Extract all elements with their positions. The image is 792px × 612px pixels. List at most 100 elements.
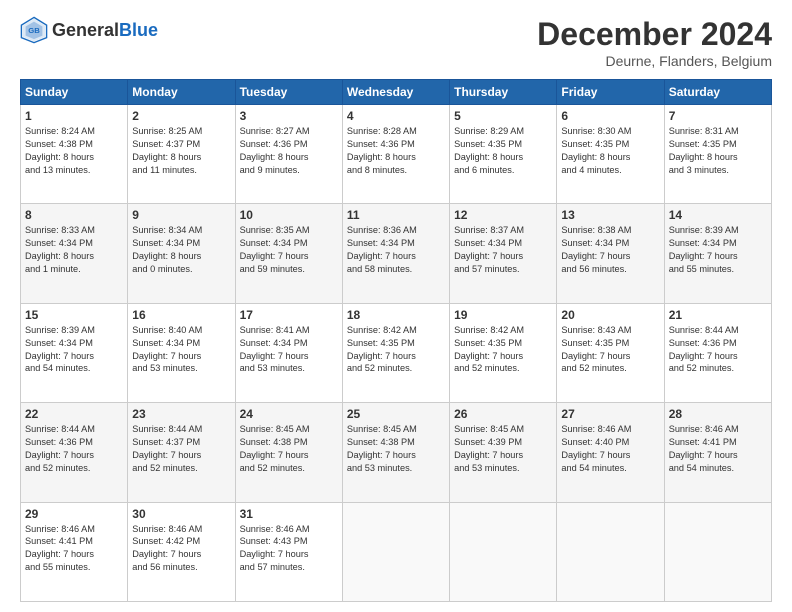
header: GB GeneralBlue December 2024 Deurne, Fla… bbox=[20, 16, 772, 69]
day-number: 19 bbox=[454, 308, 552, 322]
day-number: 6 bbox=[561, 109, 659, 123]
weekday-header-friday: Friday bbox=[557, 80, 664, 105]
day-number: 17 bbox=[240, 308, 338, 322]
calendar-header-row: SundayMondayTuesdayWednesdayThursdayFrid… bbox=[21, 80, 772, 105]
calendar-cell: 31Sunrise: 8:46 AM Sunset: 4:43 PM Dayli… bbox=[235, 502, 342, 601]
day-number: 24 bbox=[240, 407, 338, 421]
logo: GB GeneralBlue bbox=[20, 16, 158, 44]
calendar-cell: 20Sunrise: 8:43 AM Sunset: 4:35 PM Dayli… bbox=[557, 303, 664, 402]
calendar-cell: 8 Sunrise: 8:33 AM Sunset: 4:34 PM Daylig… bbox=[21, 204, 128, 303]
calendar-cell bbox=[342, 502, 449, 601]
day-number: 22 bbox=[25, 407, 123, 421]
day-number: 29 bbox=[25, 507, 123, 521]
calendar-cell: 13Sunrise: 8:38 AM Sunset: 4:34 PM Dayli… bbox=[557, 204, 664, 303]
day-info: Sunrise: 8:39 AM Sunset: 4:34 PM Dayligh… bbox=[25, 324, 123, 376]
day-number: 28 bbox=[669, 407, 767, 421]
day-info: Sunrise: 8:25 AM Sunset: 4:37 PM Dayligh… bbox=[132, 125, 230, 177]
day-number: 25 bbox=[347, 407, 445, 421]
weekday-header-thursday: Thursday bbox=[450, 80, 557, 105]
weekday-header-monday: Monday bbox=[128, 80, 235, 105]
day-number: 16 bbox=[132, 308, 230, 322]
calendar-cell: 2 Sunrise: 8:25 AM Sunset: 4:37 PM Daylig… bbox=[128, 105, 235, 204]
day-number: 1 bbox=[25, 109, 123, 123]
day-info: Sunrise: 8:46 AM Sunset: 4:42 PM Dayligh… bbox=[132, 523, 230, 575]
calendar-cell: 5 Sunrise: 8:29 AM Sunset: 4:35 PM Daylig… bbox=[450, 105, 557, 204]
calendar-cell: 4 Sunrise: 8:28 AM Sunset: 4:36 PM Daylig… bbox=[342, 105, 449, 204]
calendar-cell: 16Sunrise: 8:40 AM Sunset: 4:34 PM Dayli… bbox=[128, 303, 235, 402]
day-info: Sunrise: 8:45 AM Sunset: 4:39 PM Dayligh… bbox=[454, 423, 552, 475]
day-info: Sunrise: 8:38 AM Sunset: 4:34 PM Dayligh… bbox=[561, 224, 659, 276]
day-info: Sunrise: 8:39 AM Sunset: 4:34 PM Dayligh… bbox=[669, 224, 767, 276]
day-info: Sunrise: 8:28 AM Sunset: 4:36 PM Dayligh… bbox=[347, 125, 445, 177]
day-number: 20 bbox=[561, 308, 659, 322]
calendar-table: SundayMondayTuesdayWednesdayThursdayFrid… bbox=[20, 79, 772, 602]
day-info: Sunrise: 8:24 AM Sunset: 4:38 PM Dayligh… bbox=[25, 125, 123, 177]
calendar-cell: 23Sunrise: 8:44 AM Sunset: 4:37 PM Dayli… bbox=[128, 403, 235, 502]
calendar-cell: 18 Sunrise: 8:42 AM Sunset: 4:35 PM Dayli… bbox=[342, 303, 449, 402]
day-number: 26 bbox=[454, 407, 552, 421]
calendar-week-2: 8 Sunrise: 8:33 AM Sunset: 4:34 PM Daylig… bbox=[21, 204, 772, 303]
day-info: Sunrise: 8:46 AM Sunset: 4:40 PM Dayligh… bbox=[561, 423, 659, 475]
day-number: 11 bbox=[347, 208, 445, 222]
logo-blue: Blue bbox=[119, 20, 158, 40]
weekday-header-tuesday: Tuesday bbox=[235, 80, 342, 105]
calendar-cell: 11 Sunrise: 8:36 AM Sunset: 4:34 PM Dayli… bbox=[342, 204, 449, 303]
day-info: Sunrise: 8:30 AM Sunset: 4:35 PM Dayligh… bbox=[561, 125, 659, 177]
day-number: 30 bbox=[132, 507, 230, 521]
calendar-cell bbox=[450, 502, 557, 601]
calendar-cell: 15 Sunrise: 8:39 AM Sunset: 4:34 PM Dayli… bbox=[21, 303, 128, 402]
day-number: 7 bbox=[669, 109, 767, 123]
day-info: Sunrise: 8:37 AM Sunset: 4:34 PM Dayligh… bbox=[454, 224, 552, 276]
day-number: 15 bbox=[25, 308, 123, 322]
calendar-week-4: 22 Sunrise: 8:44 AM Sunset: 4:36 PM Dayli… bbox=[21, 403, 772, 502]
day-info: Sunrise: 8:36 AM Sunset: 4:34 PM Dayligh… bbox=[347, 224, 445, 276]
calendar-cell: 19 Sunrise: 8:42 AM Sunset: 4:35 PM Dayli… bbox=[450, 303, 557, 402]
day-info: Sunrise: 8:29 AM Sunset: 4:35 PM Dayligh… bbox=[454, 125, 552, 177]
day-number: 18 bbox=[347, 308, 445, 322]
calendar-cell: 30 Sunrise: 8:46 AM Sunset: 4:42 PM Dayli… bbox=[128, 502, 235, 601]
calendar-cell: 7Sunrise: 8:31 AM Sunset: 4:35 PM Daylig… bbox=[664, 105, 771, 204]
day-number: 27 bbox=[561, 407, 659, 421]
day-info: Sunrise: 8:46 AM Sunset: 4:41 PM Dayligh… bbox=[25, 523, 123, 575]
day-info: Sunrise: 8:41 AM Sunset: 4:34 PM Dayligh… bbox=[240, 324, 338, 376]
day-info: Sunrise: 8:42 AM Sunset: 4:35 PM Dayligh… bbox=[454, 324, 552, 376]
day-info: Sunrise: 8:35 AM Sunset: 4:34 PM Dayligh… bbox=[240, 224, 338, 276]
page: GB GeneralBlue December 2024 Deurne, Fla… bbox=[0, 0, 792, 612]
location: Deurne, Flanders, Belgium bbox=[537, 53, 772, 69]
day-number: 3 bbox=[240, 109, 338, 123]
calendar-cell: 1 Sunrise: 8:24 AM Sunset: 4:38 PM Daylig… bbox=[21, 105, 128, 204]
day-number: 21 bbox=[669, 308, 767, 322]
day-info: Sunrise: 8:27 AM Sunset: 4:36 PM Dayligh… bbox=[240, 125, 338, 177]
day-info: Sunrise: 8:34 AM Sunset: 4:34 PM Dayligh… bbox=[132, 224, 230, 276]
day-info: Sunrise: 8:44 AM Sunset: 4:36 PM Dayligh… bbox=[25, 423, 123, 475]
calendar-cell: 3 Sunrise: 8:27 AM Sunset: 4:36 PM Daylig… bbox=[235, 105, 342, 204]
day-info: Sunrise: 8:44 AM Sunset: 4:37 PM Dayligh… bbox=[132, 423, 230, 475]
calendar-cell: 27 Sunrise: 8:46 AM Sunset: 4:40 PM Dayli… bbox=[557, 403, 664, 502]
calendar-cell bbox=[557, 502, 664, 601]
day-info: Sunrise: 8:45 AM Sunset: 4:38 PM Dayligh… bbox=[240, 423, 338, 475]
day-info: Sunrise: 8:44 AM Sunset: 4:36 PM Dayligh… bbox=[669, 324, 767, 376]
calendar-cell: 10 Sunrise: 8:35 AM Sunset: 4:34 PM Dayli… bbox=[235, 204, 342, 303]
title-section: December 2024 Deurne, Flanders, Belgium bbox=[537, 16, 772, 69]
logo-icon: GB bbox=[20, 16, 48, 44]
day-number: 8 bbox=[25, 208, 123, 222]
calendar-cell: 12Sunrise: 8:37 AM Sunset: 4:34 PM Dayli… bbox=[450, 204, 557, 303]
calendar-cell: 22 Sunrise: 8:44 AM Sunset: 4:36 PM Dayli… bbox=[21, 403, 128, 502]
calendar-cell: 24 Sunrise: 8:45 AM Sunset: 4:38 PM Dayli… bbox=[235, 403, 342, 502]
day-info: Sunrise: 8:46 AM Sunset: 4:43 PM Dayligh… bbox=[240, 523, 338, 575]
day-number: 10 bbox=[240, 208, 338, 222]
month-title: December 2024 bbox=[537, 16, 772, 53]
calendar-cell: 6 Sunrise: 8:30 AM Sunset: 4:35 PM Daylig… bbox=[557, 105, 664, 204]
calendar-week-3: 15 Sunrise: 8:39 AM Sunset: 4:34 PM Dayli… bbox=[21, 303, 772, 402]
calendar-cell: 9 Sunrise: 8:34 AM Sunset: 4:34 PM Daylig… bbox=[128, 204, 235, 303]
calendar-week-1: 1 Sunrise: 8:24 AM Sunset: 4:38 PM Daylig… bbox=[21, 105, 772, 204]
day-number: 5 bbox=[454, 109, 552, 123]
day-number: 2 bbox=[132, 109, 230, 123]
calendar-cell: 29 Sunrise: 8:46 AM Sunset: 4:41 PM Dayli… bbox=[21, 502, 128, 601]
calendar-cell bbox=[664, 502, 771, 601]
day-number: 9 bbox=[132, 208, 230, 222]
calendar-cell: 21 Sunrise: 8:44 AM Sunset: 4:36 PM Dayli… bbox=[664, 303, 771, 402]
day-info: Sunrise: 8:42 AM Sunset: 4:35 PM Dayligh… bbox=[347, 324, 445, 376]
day-info: Sunrise: 8:33 AM Sunset: 4:34 PM Dayligh… bbox=[25, 224, 123, 276]
day-number: 4 bbox=[347, 109, 445, 123]
